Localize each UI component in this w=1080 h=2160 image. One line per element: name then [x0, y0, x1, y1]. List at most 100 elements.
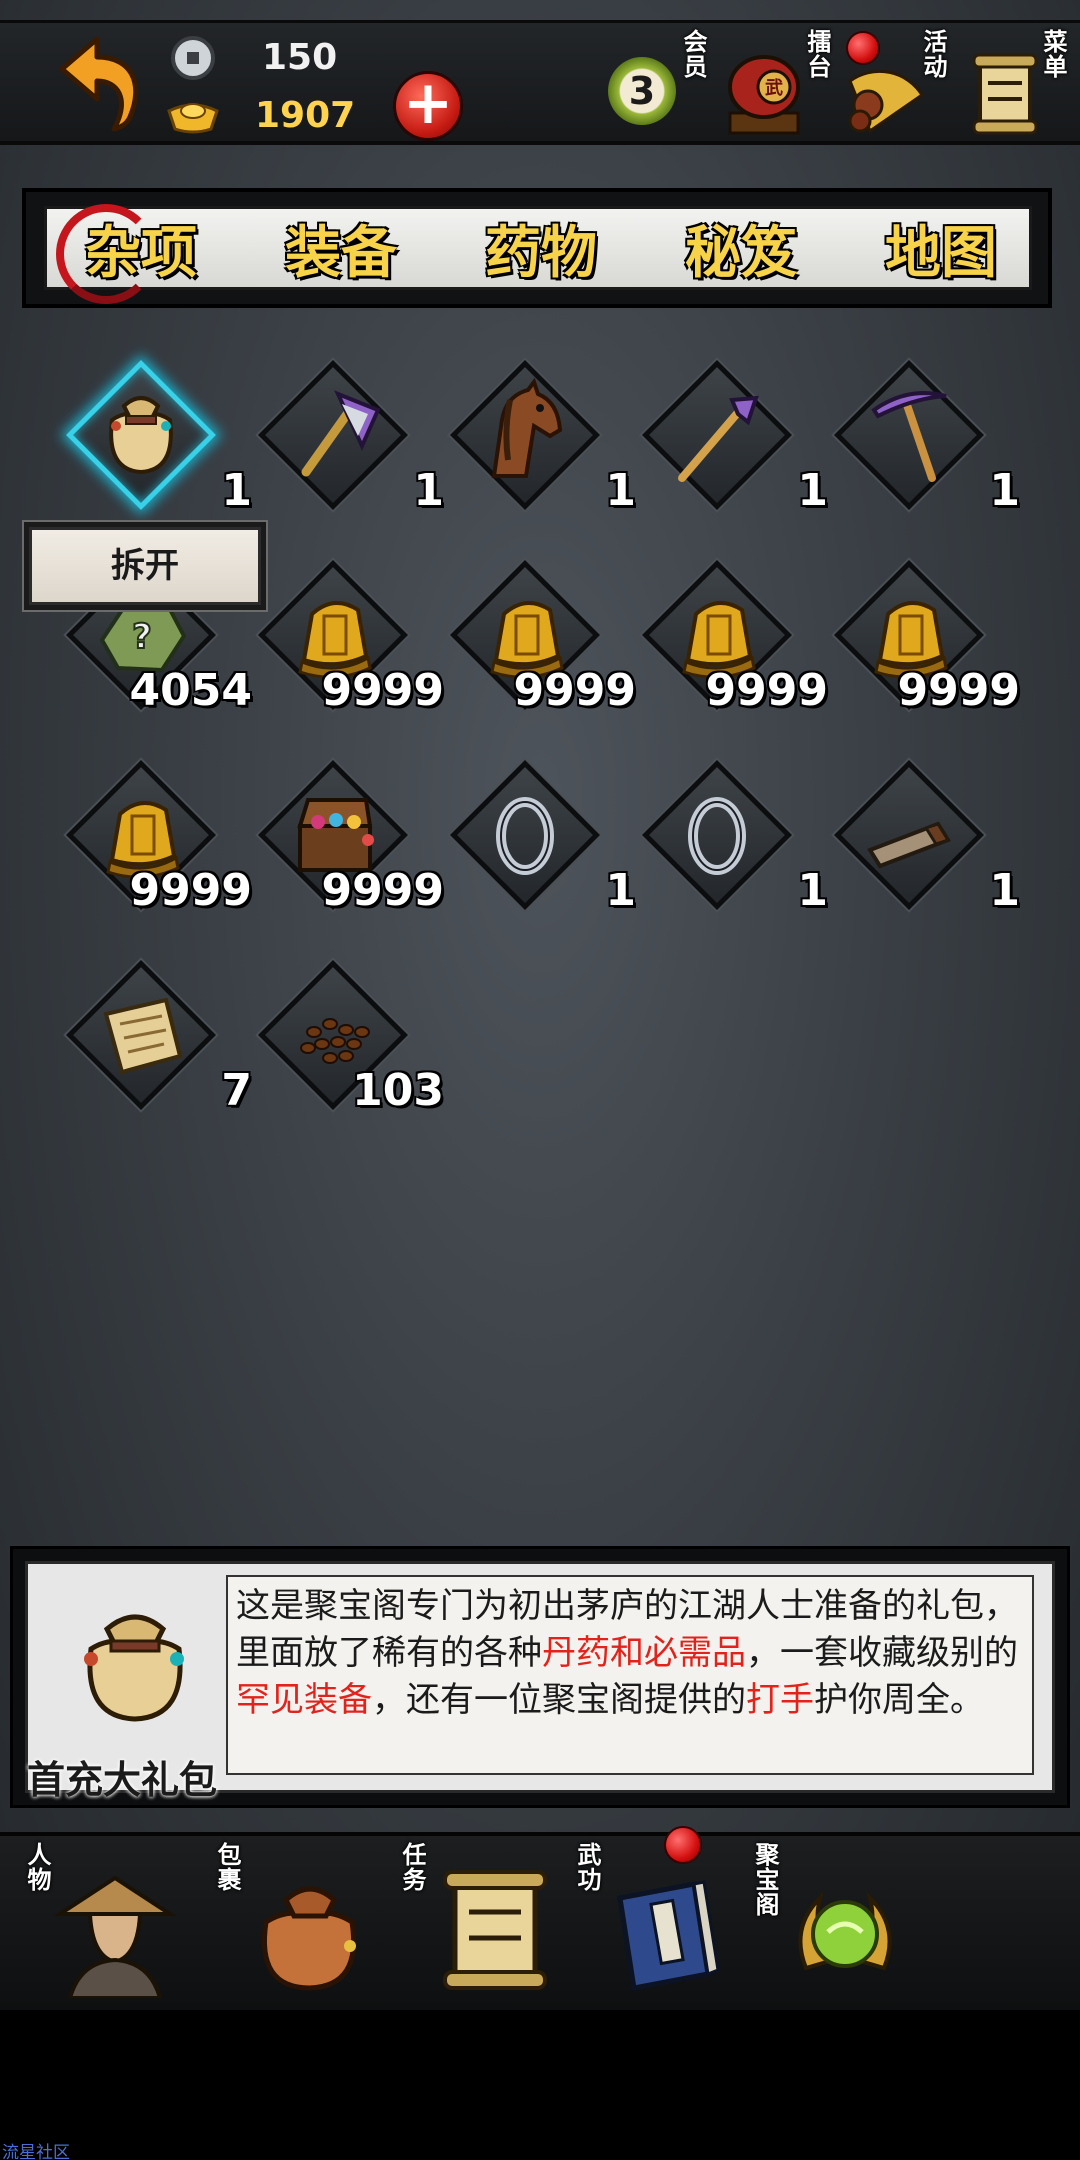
split-button[interactable]: 拆开 — [29, 527, 261, 605]
game-screen: 150 1907 + 3 会员 武 擂台 活动 菜单 杂项 装备 药物 秘笈 地… — [0, 0, 1080, 2010]
scroll-menu-icon — [972, 53, 1038, 135]
ring-icon — [496, 797, 554, 875]
category-tabs: 杂项 装备 药物 秘笈 地图 — [22, 188, 1052, 308]
gold-ingot-icon — [167, 103, 219, 134]
fan-event-icon — [848, 69, 925, 134]
silver-coin-icon — [171, 36, 215, 80]
svg-text:武: 武 — [765, 78, 783, 99]
tab-medicine[interactable]: 药物 — [456, 214, 626, 292]
item-quantity: 9999 — [513, 665, 636, 716]
item-quantity: 9999 — [705, 665, 828, 716]
item-quantity: 7 — [221, 1065, 252, 1116]
nav-treasure-pavilion[interactable]: 聚宝阁 — [740, 1836, 930, 2006]
inventory-slot-whetstone[interactable]: 1 — [834, 760, 1020, 916]
item-quantity: 1 — [797, 465, 828, 516]
inventory-slot-ring[interactable]: 1 — [450, 760, 636, 916]
item-quantity: 4054 — [129, 665, 252, 716]
back-arrow-icon[interactable] — [42, 29, 152, 139]
inventory-slot-token[interactable]: 9999 — [66, 760, 252, 916]
inventory-slot-ring[interactable]: 1 — [642, 760, 828, 916]
war-drum-icon: 武 — [728, 55, 800, 135]
item-quantity: 1 — [413, 465, 444, 516]
inventory-slot-beans[interactable]: 103 — [258, 960, 444, 1116]
menu-label: 菜单 — [1039, 29, 1068, 79]
inventory-slot-token[interactable]: 9999 — [258, 560, 444, 716]
axe-icon — [301, 390, 381, 477]
split-popup: 拆开 — [22, 520, 268, 612]
item-quantity: 1 — [221, 465, 252, 516]
inventory-slot-parchment[interactable]: 7 — [66, 960, 252, 1116]
item-quantity: 1 — [989, 865, 1020, 916]
nav-character[interactable]: 人物 — [10, 1836, 200, 2006]
event-label: 活动 — [919, 29, 948, 79]
item-quantity: 103 — [352, 1065, 444, 1116]
item-quantity: 1 — [989, 465, 1020, 516]
nav-martial-arts[interactable]: 武功 — [560, 1826, 750, 2006]
description-highlight: 丹药和必需品 — [542, 1633, 746, 1673]
item-quantity: 9999 — [129, 865, 252, 916]
item-quantity: 1 — [605, 465, 636, 516]
nav-quest[interactable]: 任务 — [385, 1836, 575, 2006]
tab-maps[interactable]: 地图 — [856, 214, 1026, 292]
bottom-navigation: 人物 包裹 任务 武功 聚宝阁 — [0, 1826, 1080, 2010]
tab-manuals[interactable]: 秘笈 — [656, 214, 826, 292]
martial-arts-notification-dot — [664, 1826, 702, 1864]
inventory-slot-token[interactable]: 9999 — [642, 560, 828, 716]
jade-orb-icon — [798, 1891, 892, 1971]
parchment-icon — [103, 997, 183, 1075]
item-quantity: 9999 — [321, 865, 444, 916]
event-button[interactable]: 活动 — [840, 27, 950, 143]
description-text-segment: ，一套收藏级别的 — [746, 1633, 1018, 1673]
inventory-slot-horse[interactable]: 1 — [450, 360, 636, 516]
pickaxe-icon — [871, 391, 947, 482]
nav-label: 武功 — [573, 1842, 602, 1892]
description-text-segment: ，还有一位聚宝阁提供的 — [372, 1680, 746, 1720]
item-description-panel: 这是聚宝阁专门为初出茅庐的江湖人士准备的礼包，里面放了稀有的各种丹药和必需品，一… — [10, 1546, 1070, 1808]
add-currency-button[interactable]: + — [393, 71, 463, 141]
svg-text:?: ? — [132, 617, 152, 657]
nav-label: 任务 — [398, 1842, 427, 1892]
inventory-slot-token[interactable]: 9999 — [450, 560, 636, 716]
inventory-slot-gift-bag[interactable]: 1 — [66, 360, 252, 516]
nav-label: 包裹 — [213, 1842, 242, 1892]
inventory-slot-hoe[interactable]: 1 — [642, 360, 828, 516]
quest-scroll-icon — [443, 1870, 547, 1990]
silver-amount: 150 — [262, 37, 338, 78]
top-resource-bar: 150 1907 + 3 会员 武 擂台 活动 菜单 — [0, 20, 1080, 145]
item-quantity: 1 — [797, 865, 828, 916]
vip-level-badge: 3 — [608, 57, 676, 125]
description-highlight: 罕见装备 — [236, 1680, 372, 1720]
character-portrait-icon — [53, 1875, 177, 1998]
nav-label: 人物 — [23, 1842, 52, 1892]
tab-equipment[interactable]: 装备 — [256, 214, 426, 292]
nav-label: 聚宝阁 — [751, 1842, 780, 1917]
gift-bag-icon — [84, 1614, 184, 1722]
whetstone-icon — [867, 821, 951, 869]
item-description-text: 这是聚宝阁专门为初出茅庐的江湖人士准备的礼包，里面放了稀有的各种丹药和必需品，一… — [226, 1575, 1034, 1775]
horse-icon — [491, 377, 563, 478]
description-highlight: 打手 — [746, 1680, 814, 1720]
vip-button[interactable]: 3 会员 — [608, 27, 718, 143]
item-name: 首充大礼包 — [27, 1758, 218, 1802]
nav-bag[interactable]: 包裹 — [200, 1836, 390, 2006]
inventory-slot-token[interactable]: 9999 — [834, 560, 1020, 716]
event-notification-dot — [846, 31, 880, 65]
inventory-slot-treasure-chest[interactable]: 9999 — [258, 760, 444, 916]
gold-amount: 1907 — [255, 95, 356, 136]
item-quantity: 1 — [605, 865, 636, 916]
vip-label: 会员 — [679, 29, 708, 79]
bag-icon — [261, 1886, 357, 1991]
hoe-icon — [678, 395, 759, 482]
arena-label: 擂台 — [803, 29, 832, 79]
item-quantity: 9999 — [897, 665, 1020, 716]
martial-arts-book-icon — [617, 1880, 720, 1991]
inventory-slot-axe[interactable]: 1 — [258, 360, 444, 516]
arena-button[interactable]: 武 擂台 — [724, 27, 834, 143]
ring-icon — [688, 797, 746, 875]
gift-bag-icon — [109, 396, 173, 475]
item-quantity: 9999 — [321, 665, 444, 716]
tab-misc[interactable]: 杂项 — [56, 214, 226, 292]
inventory-slot-pickaxe[interactable]: 1 — [834, 360, 1020, 516]
menu-button[interactable]: 菜单 — [966, 27, 1076, 143]
description-text-segment: 护你周全。 — [814, 1680, 984, 1720]
